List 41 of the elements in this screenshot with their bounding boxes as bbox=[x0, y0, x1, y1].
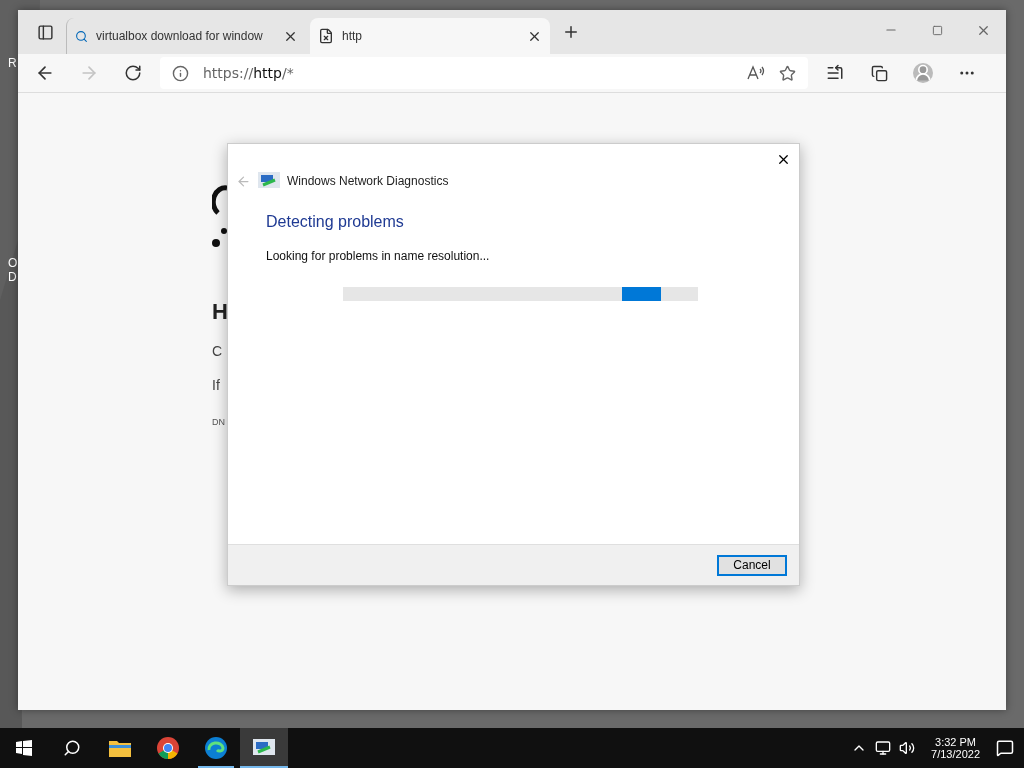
chrome-icon bbox=[156, 736, 180, 760]
read-aloud-icon[interactable] bbox=[747, 65, 765, 81]
notifications-icon[interactable] bbox=[996, 739, 1014, 757]
dialog-title: Windows Network Diagnostics bbox=[287, 174, 449, 188]
info-icon[interactable] bbox=[172, 64, 189, 82]
volume-icon[interactable] bbox=[899, 740, 916, 756]
cancel-button[interactable]: Cancel bbox=[717, 554, 787, 576]
maximize-icon[interactable] bbox=[931, 24, 943, 36]
tab-title: virtualbox download for window bbox=[96, 29, 264, 43]
start-icon[interactable] bbox=[16, 740, 32, 756]
search-icon[interactable] bbox=[63, 739, 81, 757]
profile-icon[interactable] bbox=[913, 63, 933, 83]
page-text: C bbox=[212, 343, 223, 359]
clock[interactable]: 3:32 PM 7/13/2022 bbox=[931, 736, 980, 760]
browser-tab[interactable]: http bbox=[310, 18, 550, 54]
network-icon[interactable] bbox=[875, 740, 892, 756]
edge-icon bbox=[204, 736, 228, 760]
desktop-icon-label: D bbox=[8, 270, 17, 284]
network-diagnostics-icon bbox=[257, 171, 281, 191]
search-icon bbox=[75, 29, 88, 43]
desktop-icon-label: R bbox=[8, 56, 17, 70]
tab-title: http bbox=[342, 29, 363, 43]
dialog-heading: Detecting problems bbox=[266, 213, 405, 231]
collections-icon[interactable] bbox=[870, 64, 888, 82]
url-text: https://http/* bbox=[203, 65, 295, 81]
favorites-icon[interactable] bbox=[826, 64, 844, 82]
refresh-icon bbox=[124, 64, 142, 82]
close-icon[interactable] bbox=[776, 152, 791, 167]
tab-actions-icon[interactable] bbox=[36, 23, 54, 41]
add-favorite-icon[interactable] bbox=[779, 64, 796, 82]
page-heading: H bbox=[212, 299, 228, 325]
address-bar[interactable]: https://http/* bbox=[160, 57, 808, 89]
network-diagnostics-icon bbox=[252, 738, 276, 758]
status-text: Looking for problems in name resolution... bbox=[266, 249, 491, 263]
page-error-icon bbox=[318, 28, 334, 44]
error-code: DN bbox=[212, 417, 225, 427]
new-tab-icon[interactable] bbox=[562, 23, 580, 41]
desktop-icon-label: O bbox=[8, 256, 18, 270]
page-text: If bbox=[212, 377, 220, 393]
folder-icon bbox=[108, 738, 132, 758]
error-icon bbox=[212, 183, 227, 249]
